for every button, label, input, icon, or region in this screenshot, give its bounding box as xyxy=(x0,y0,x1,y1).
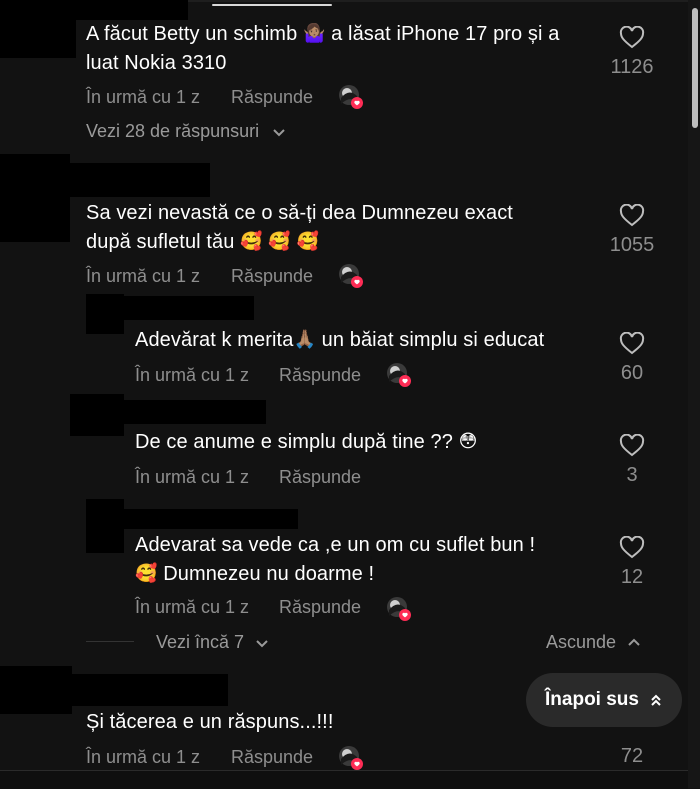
like-count: 12 xyxy=(620,566,644,588)
creator-liked-avatar-icon xyxy=(339,264,363,288)
like-count: 72 xyxy=(620,745,644,767)
avatar-redacted[interactable] xyxy=(0,0,76,58)
view-replies-button[interactable]: Vezi 28 de răspunsuri xyxy=(86,121,286,142)
avatar-redacted[interactable] xyxy=(86,294,124,334)
username-redacted[interactable] xyxy=(70,163,210,197)
like-count: 1126 xyxy=(610,56,654,78)
reply-text: De ce anume e simplu după tine ?? 😳 xyxy=(135,431,478,453)
reply-timestamp: În urmă cu 1 z xyxy=(135,467,250,487)
comment-timestamp: În urmă cu 1 z xyxy=(86,87,201,107)
username-redacted[interactable] xyxy=(124,509,298,529)
folded-hands-emoji: 🙏🏽 xyxy=(293,329,316,349)
reply-text: Adevarat sa vede ca ,e un om cu suflet b… xyxy=(135,534,536,585)
comment-text: Și tăcerea e un răspuns...!!! xyxy=(86,711,334,733)
heart-outline-icon[interactable] xyxy=(619,204,645,228)
back-to-top-button[interactable]: Înapoi sus xyxy=(526,673,682,727)
flushed-face-emoji: 😳 xyxy=(458,431,478,451)
smiling-hearts-emoji: 🥰 xyxy=(296,231,320,251)
avatar-redacted[interactable] xyxy=(86,499,124,553)
bottom-divider xyxy=(0,770,688,789)
heart-outline-icon[interactable] xyxy=(619,26,645,50)
heart-outline-icon[interactable] xyxy=(619,332,645,356)
chevron-down-icon xyxy=(256,640,268,648)
smiling-hearts-emoji: 🥰 xyxy=(135,563,158,583)
smiling-hearts-emoji: 🥰 xyxy=(268,231,291,251)
reply-button[interactable]: Răspunde xyxy=(231,87,313,108)
hide-replies-button[interactable]: Ascunde xyxy=(546,632,641,653)
username-redacted[interactable] xyxy=(124,400,266,424)
comment-timestamp: În urmă cu 1 z xyxy=(86,266,201,286)
reply-button[interactable]: Răspunde xyxy=(279,597,361,618)
creator-liked-avatar-icon xyxy=(339,85,363,109)
username-redacted[interactable] xyxy=(124,296,254,320)
like-count: 3 xyxy=(626,464,638,486)
avatar-redacted[interactable] xyxy=(70,394,124,436)
smiling-hearts-emoji: 🥰 xyxy=(240,231,263,251)
creator-liked-avatar-icon xyxy=(387,597,411,621)
reply-text: Adevărat k merita🙏🏽 un băiat simplu si e… xyxy=(135,329,545,351)
thread-line xyxy=(86,641,134,642)
avatar-redacted[interactable] xyxy=(0,666,72,714)
username-redacted[interactable] xyxy=(72,674,228,706)
chevron-up-icon xyxy=(628,638,640,646)
chevron-down-icon xyxy=(273,129,285,137)
username-redacted[interactable] xyxy=(76,0,188,20)
reply-button[interactable]: Răspunde xyxy=(231,266,313,287)
creator-liked-avatar-icon xyxy=(387,363,411,387)
person-shrugging-emoji: 🤷🏽‍♀️ xyxy=(302,23,326,43)
heart-outline-icon[interactable] xyxy=(619,434,645,458)
reply-timestamp: În urmă cu 1 z xyxy=(135,365,250,385)
view-more-replies-button[interactable]: Vezi încă 7 xyxy=(156,632,269,653)
back-to-top-label: Înapoi sus xyxy=(545,689,639,710)
comment-text: A făcut Betty un schimb 🤷🏽‍♀️ a lăsat iP… xyxy=(86,23,560,74)
creator-liked-avatar-icon xyxy=(339,746,363,770)
scrollbar-thumb[interactable] xyxy=(692,8,698,128)
like-count: 1055 xyxy=(609,234,655,256)
reply-button[interactable]: Răspunde xyxy=(279,365,361,386)
like-count: 60 xyxy=(620,362,644,384)
reply-button[interactable]: Răspunde xyxy=(231,747,313,768)
comment-timestamp: În urmă cu 1 z xyxy=(86,747,201,767)
comment-text: Sa vezi nevastă ce o să-ți dea Dumnezeu … xyxy=(86,202,513,253)
heart-outline-icon[interactable] xyxy=(619,536,645,560)
reply-button[interactable]: Răspunde xyxy=(279,467,361,488)
reply-timestamp: În urmă cu 1 z xyxy=(135,597,250,617)
active-tab-indicator xyxy=(212,4,332,6)
avatar-redacted[interactable] xyxy=(0,154,70,242)
double-chevron-up-icon xyxy=(651,694,661,706)
